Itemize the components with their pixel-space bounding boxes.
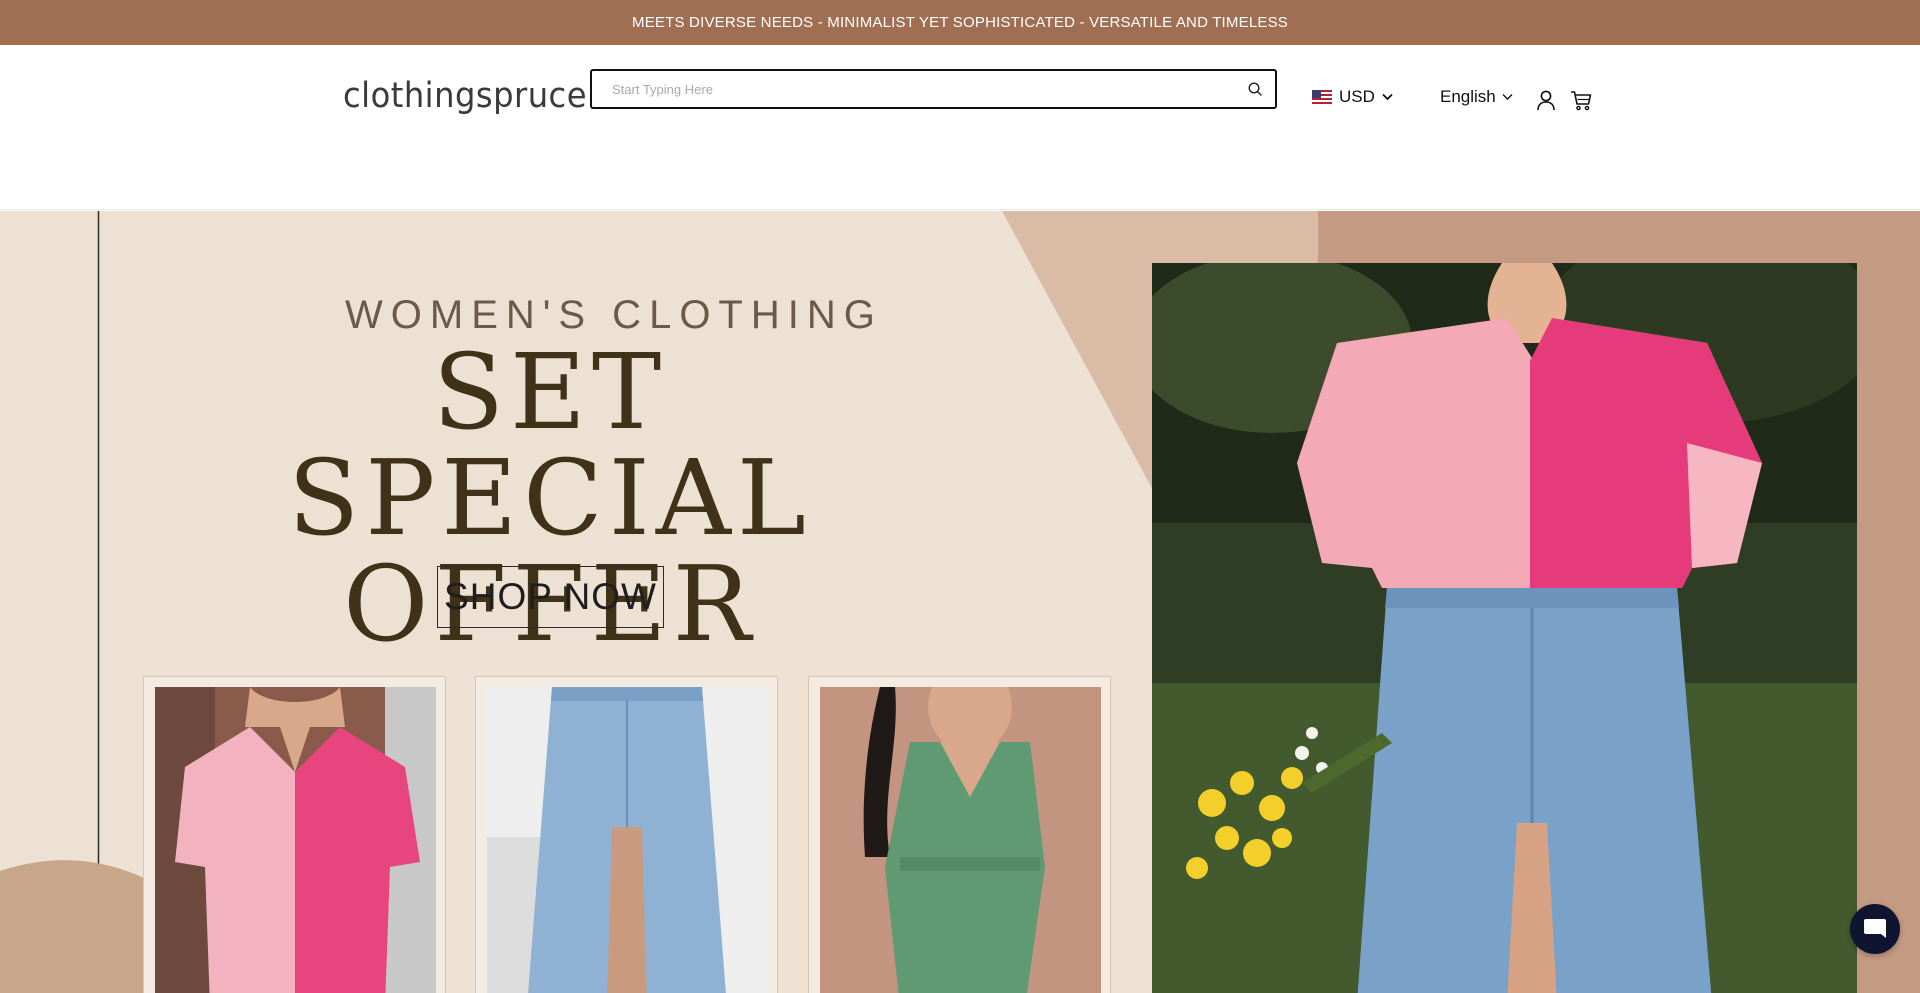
language-label: English	[1440, 87, 1496, 106]
search-bar[interactable]	[590, 69, 1277, 109]
language-selector[interactable]: English	[1440, 87, 1513, 107]
search-icon[interactable]	[1247, 81, 1263, 97]
shop-now-button[interactable]: SHOP NOW	[437, 566, 664, 628]
product-image-pink-top[interactable]	[155, 687, 436, 993]
announcement-text: MEETS DIVERSE NEEDS - MINIMALIST YET SOP…	[632, 14, 1288, 31]
account-icon[interactable]	[1536, 89, 1556, 111]
hero-banner: WOMEN'S CLOTHING SET SPECIAL OFFER SHOP …	[0, 211, 1920, 993]
site-logo[interactable]: clothingspruce	[343, 76, 587, 116]
chat-bubble-icon	[1864, 919, 1886, 938]
currency-selector[interactable]: USD	[1312, 87, 1393, 107]
announcement-bar: MEETS DIVERSE NEEDS - MINIMALIST YET SOP…	[0, 0, 1920, 45]
hero-headline-line1: SET SPECIAL	[288, 331, 812, 559]
chevron-down-icon	[1502, 94, 1513, 100]
product-card[interactable]	[808, 676, 1111, 993]
product-card[interactable]	[475, 676, 778, 993]
product-card[interactable]	[143, 676, 446, 993]
product-image-green-romper[interactable]	[820, 687, 1101, 993]
us-flag-icon	[1312, 90, 1332, 104]
chat-button[interactable]	[1850, 904, 1900, 954]
product-image-denim-skirt[interactable]	[487, 687, 768, 993]
search-input[interactable]	[612, 71, 1212, 107]
currency-label: USD	[1339, 87, 1375, 106]
cart-icon[interactable]	[1570, 89, 1592, 111]
site-header: clothingspruce USD English	[0, 45, 1920, 210]
chevron-down-icon	[1382, 93, 1393, 101]
featured-model-image[interactable]	[1152, 263, 1857, 993]
